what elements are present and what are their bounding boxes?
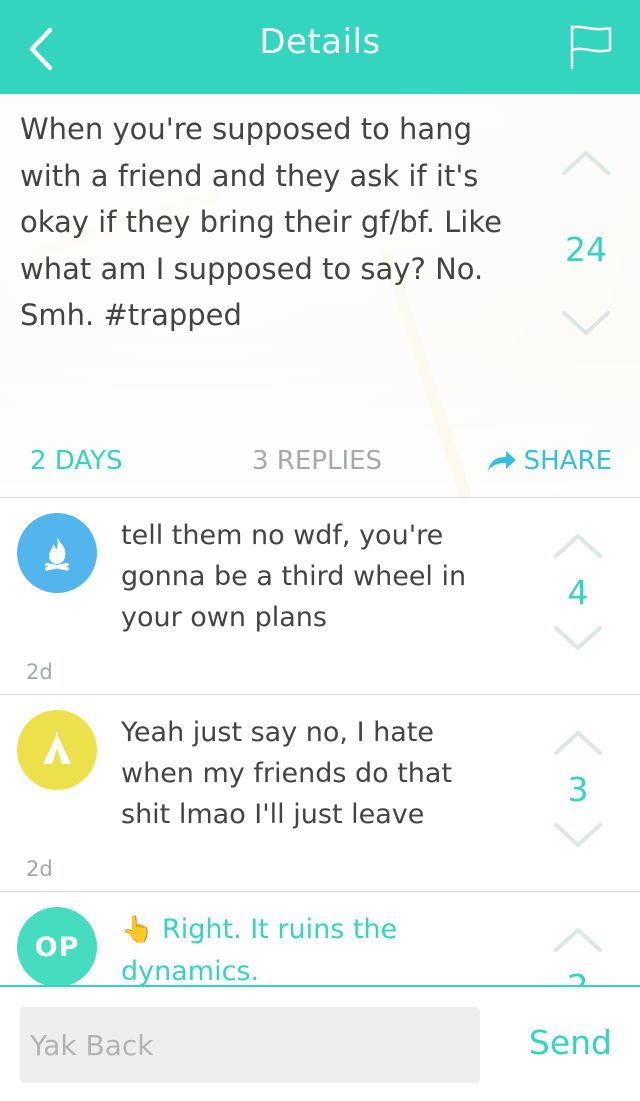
post-age: 2 DAYS	[30, 446, 123, 476]
reply-text: Yeah just say no, I hate when my friends…	[121, 717, 453, 830]
reply-text: 👆 Right. It ruins the dynamics.	[121, 914, 398, 985]
reply-item: tell them no wdf, you're gonna be a thir…	[0, 497, 640, 694]
reply-vote-count: 2	[548, 967, 608, 985]
avatar: OP	[17, 907, 97, 985]
share-arrow-icon	[487, 451, 516, 471]
reply-item: Yeah just say no, I hate when my friends…	[0, 694, 640, 891]
page-title: Details	[259, 22, 381, 62]
reply-vote-count: 3	[567, 770, 589, 809]
downvote-button[interactable]	[553, 822, 603, 852]
upvote-button[interactable]	[553, 730, 603, 760]
tent-icon	[43, 732, 71, 764]
reply-age: 2d	[26, 660, 53, 684]
chevron-up-icon	[562, 151, 610, 175]
post-vote-control: 24	[556, 150, 616, 350]
chevron-up-icon	[554, 534, 602, 558]
post-card: When you're supposed to hang with a frie…	[0, 94, 640, 497]
reply-composer: Send	[0, 985, 640, 1101]
reply-count: 3 REPLIES	[252, 446, 383, 476]
share-label: SHARE	[523, 446, 612, 476]
downvote-button[interactable]	[561, 310, 611, 340]
reply-vote-control: 2	[548, 927, 608, 985]
flag-icon	[570, 24, 612, 70]
chevron-down-icon	[554, 823, 602, 847]
avatar	[17, 513, 97, 593]
upvote-button[interactable]	[561, 150, 611, 180]
upvote-button[interactable]	[553, 533, 603, 563]
yak-back-input[interactable]	[20, 1007, 480, 1083]
post-meta-row: 2 DAYS 3 REPLIES SHARE	[0, 446, 640, 486]
chevron-up-icon	[554, 731, 602, 755]
chevron-up-icon	[554, 928, 602, 952]
reply-text: tell them no wdf, you're gonna be a thir…	[121, 520, 467, 633]
header-bar: Details	[0, 0, 640, 94]
report-button[interactable]	[568, 22, 614, 72]
upvote-button[interactable]	[553, 927, 603, 957]
post-vote-count: 24	[565, 230, 607, 269]
reply-age: 2d	[26, 857, 53, 881]
chevron-down-icon	[554, 626, 602, 650]
post-text: When you're supposed to hang with a frie…	[20, 112, 502, 332]
downvote-button[interactable]	[553, 625, 603, 655]
reply-vote-control: 4	[548, 533, 608, 663]
reply-item: OP 👆 Right. It ruins the dynamics. 2	[0, 891, 640, 985]
reply-vote-control: 3	[548, 730, 608, 860]
reply-vote-count: 4	[567, 573, 589, 612]
pointing-up-emoji: 👆	[121, 915, 154, 945]
campfire-icon	[45, 537, 69, 571]
op-label: OP	[34, 931, 80, 963]
avatar	[17, 710, 97, 790]
share-button[interactable]: SHARE	[486, 446, 612, 476]
send-button[interactable]: Send	[529, 1023, 612, 1062]
chevron-down-icon	[562, 311, 610, 335]
